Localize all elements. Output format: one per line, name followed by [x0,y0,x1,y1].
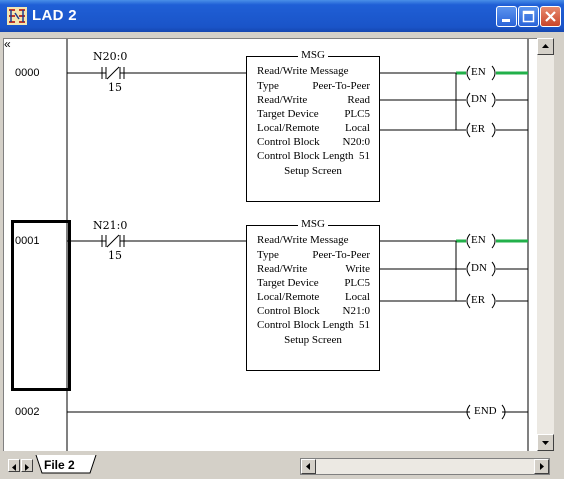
msg-param-row: Target Device PLC5 [257,108,370,120]
end-coil: END [474,405,497,417]
coil-dn[interactable]: DN [471,93,487,105]
contact-bit[interactable]: 15 [108,249,122,262]
msg-param-row: Type Peer-To-Peer [257,80,370,92]
coil-er[interactable]: ER [471,294,485,306]
coil-er[interactable]: ER [471,123,485,135]
xio-contact-icon [101,66,125,80]
scroll-right-button[interactable] [534,459,549,474]
contact-address[interactable]: N20:0 [93,50,127,63]
maximize-icon [522,10,535,23]
msg-label: MSG [298,49,328,61]
ladder-editor[interactable]: « 0000 N20:0 15 MSG Read/Write Message T… [3,37,538,452]
window-title: LAD 2 [32,7,77,24]
minimize-button[interactable] [496,6,517,27]
lad-window: LAD 2 « 0000 N20:0 15 MSG Read/Write Mes… [0,0,564,479]
msg-param-row: Read/Write Read [257,94,370,106]
msg-param-row: Target Device PLC5 [257,277,370,289]
msg-param-row: Control Block Length 51 [257,150,370,162]
coil-en[interactable]: EN [471,234,486,246]
close-icon [545,11,556,22]
tab-next-button[interactable] [21,459,33,472]
close-button[interactable] [540,6,561,27]
coil-en[interactable]: EN [471,66,486,78]
scroll-down-button[interactable] [537,434,554,451]
bottom-bar: File 2 [0,451,564,479]
rung-number[interactable]: 0000 [15,67,39,79]
msg-param-row: Local/Remote Local [257,122,370,134]
xio-contact-icon [101,234,125,248]
msg-instruction-block[interactable]: MSG Read/Write Message Type Peer-To-Peer … [246,218,380,371]
msg-header: Read/Write Message [257,65,349,77]
contact-bit[interactable]: 15 [108,81,122,94]
arrow-right-icon [25,464,29,471]
rail-marker: « [4,37,11,51]
maximize-button[interactable] [518,6,539,27]
arrow-left-icon [12,464,16,471]
msg-instruction-block[interactable]: MSG Read/Write Message Type Peer-To-Peer … [246,49,380,202]
arrow-down-icon [542,441,549,445]
arrow-right-icon [540,463,544,470]
msg-header: Read/Write Message [257,234,349,246]
title-bar[interactable]: LAD 2 [0,0,564,32]
vertical-scrollbar[interactable] [537,38,554,451]
tab-prev-button[interactable] [8,459,20,472]
scroll-up-button[interactable] [537,38,554,55]
tab-file-2[interactable]: File 2 [38,457,81,474]
rung-number[interactable]: 0002 [15,406,39,418]
msg-param-row: Control Block N21:0 [257,305,370,317]
msg-param-row: Read/Write Write [257,263,370,275]
window-border [554,38,564,468]
contact-address[interactable]: N21:0 [93,219,127,232]
rung-number[interactable]: 0001 [15,235,39,247]
msg-param-row: Control Block Length 51 [257,319,370,331]
scroll-left-button[interactable] [301,459,316,474]
msg-param-row: Local/Remote Local [257,291,370,303]
msg-param-row: Type Peer-To-Peer [257,249,370,261]
minimize-icon [502,19,510,22]
horizontal-scrollbar[interactable] [300,458,550,475]
arrow-left-icon [306,463,310,470]
setup-screen-link[interactable]: Setup Screen [247,165,379,177]
msg-param-row: Control Block N20:0 [257,136,370,148]
msg-label: MSG [298,218,328,230]
setup-screen-link[interactable]: Setup Screen [247,334,379,346]
ladder-app-icon [7,7,27,25]
coil-dn[interactable]: DN [471,262,487,274]
arrow-up-icon [542,44,549,48]
